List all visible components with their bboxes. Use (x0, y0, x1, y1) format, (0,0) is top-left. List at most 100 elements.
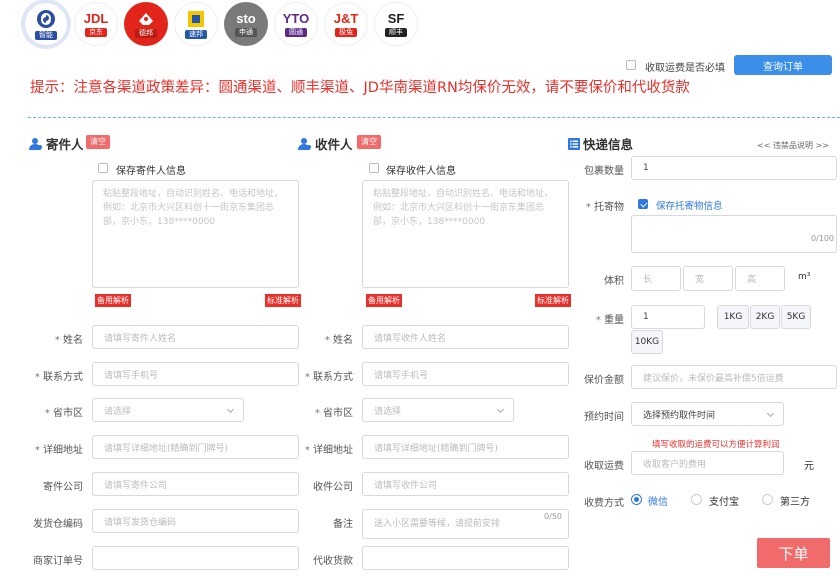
payment-third-party-radio[interactable] (762, 494, 773, 505)
fee-unit: 元 (804, 461, 814, 472)
remark-count: 0/50 (544, 512, 562, 521)
cod-label: 代收货款 (313, 556, 353, 567)
fee-label: 收取运费 (584, 461, 624, 472)
sender-phone-input[interactable]: 请填写手机号 (92, 362, 299, 386)
volume-width-input[interactable]: 宽 (683, 266, 733, 291)
weight-label: 重量 (596, 311, 624, 326)
carrier-tag: 极兔 (335, 27, 357, 37)
list-icon (568, 137, 580, 150)
merchant-order-input[interactable] (92, 546, 299, 570)
carrier-jt[interactable]: J&T 极兔 (324, 2, 368, 46)
sender-name-input[interactable]: 请填写寄件人姓名 (92, 325, 299, 349)
weight-preset-1kg[interactable]: 1KG (717, 305, 749, 329)
receiver-title-label: 收件人 (315, 137, 353, 152)
payment-method-label: 收费方式 (584, 498, 624, 509)
payment-alipay-label: 支付宝 (709, 497, 739, 508)
carrier-sto[interactable]: sto 申通 (224, 2, 268, 46)
fee-required-label: 收取运费是否必填 (645, 63, 725, 74)
remark-input[interactable]: 送入小区需要等候，请提前安排 0/50 (362, 509, 569, 539)
prohibited-items-link[interactable]: << 违禁品说明 >> (757, 140, 829, 151)
sender-region-label: 省市区 (45, 404, 83, 419)
receiver-company-label: 收件公司 (313, 482, 353, 493)
carrier-logo: JDL (83, 10, 109, 26)
carrier-sf[interactable]: SF 顺丰 (374, 2, 418, 46)
payment-alipay-radio[interactable] (691, 494, 702, 505)
sender-title: 寄件人 (29, 134, 84, 153)
sender-region-select[interactable]: 请选择 (92, 398, 244, 422)
save-goods-label: 保存托寄物信息 (656, 201, 723, 212)
pickup-time-select[interactable]: 选择预约取件时间 (631, 402, 784, 426)
express-title: 快递信息 (568, 134, 633, 153)
insured-amount-label: 保价金额 (584, 375, 624, 386)
query-order-button[interactable]: 查询订单 (734, 55, 832, 75)
cod-input[interactable] (362, 546, 569, 570)
sender-clear-button[interactable]: 清空 (86, 135, 110, 149)
carrier-tag: 申通 (235, 27, 257, 37)
sender-standard-parse-button[interactable]: 标准解析 (265, 294, 301, 307)
carrier-debang[interactable]: 德邦 (124, 2, 168, 46)
save-receiver-checkbox[interactable] (369, 163, 379, 173)
chevron-down-icon (226, 405, 235, 414)
sender-company-input[interactable]: 请填写寄件公司 (92, 472, 299, 496)
user-icon (298, 137, 311, 150)
fee-required-checkbox[interactable] (626, 60, 636, 70)
receiver-name-input[interactable]: 请填写收件人姓名 (362, 325, 569, 349)
express-title-label: 快递信息 (583, 137, 634, 152)
pickup-time-value: 选择预约取件时间 (643, 410, 716, 421)
carrier-tag: 速邦 (185, 29, 207, 39)
carrier-logo: J&T (333, 10, 359, 26)
volume-height-input[interactable]: 高 (735, 266, 785, 291)
sender-backup-parse-button[interactable]: 备用解析 (95, 294, 131, 307)
receiver-standard-parse-button[interactable]: 标准解析 (535, 294, 571, 307)
submit-order-button[interactable]: 下单 (757, 538, 830, 568)
carrier-logo: sto (236, 10, 256, 26)
receiver-region-select[interactable]: 请选择 (362, 398, 514, 422)
package-count-input[interactable]: 1 (631, 156, 837, 180)
subang-icon (188, 10, 204, 27)
save-sender-label: 保存寄件人信息 (116, 166, 186, 177)
goods-textarea[interactable]: 0/100 (631, 215, 837, 253)
carrier-smart[interactable]: 智能 (24, 2, 68, 46)
weight-preset-5kg[interactable]: 5KG (781, 305, 811, 329)
carrier-jd[interactable]: JDL 京东 (74, 2, 118, 46)
debang-icon (139, 12, 153, 25)
volume-length-input[interactable]: 长 (631, 266, 681, 291)
receiver-address-label: 详细地址 (305, 441, 353, 456)
save-sender-checkbox[interactable] (98, 163, 108, 173)
receiver-backup-parse-button[interactable]: 备用解析 (366, 294, 402, 307)
divider (28, 117, 840, 118)
carrier-yto[interactable]: YTO 圆通 (274, 2, 318, 46)
fee-input[interactable]: 收取客户的费用 (631, 451, 784, 475)
weight-input[interactable]: 1 (631, 305, 705, 329)
chevron-down-icon (496, 405, 505, 414)
chevron-down-icon (766, 409, 775, 418)
save-receiver-label: 保存收件人信息 (386, 166, 456, 177)
goods-count: 0/100 (810, 234, 834, 243)
receiver-clear-button[interactable]: 清空 (357, 135, 381, 149)
sender-address-paste[interactable]: 粘贴整段地址，自动识别姓名、电话和地址，例如：北京市大兴区科创十一街京东集团总部… (92, 180, 299, 288)
receiver-company-input[interactable]: 请填写收件公司 (362, 472, 569, 496)
payment-wechat-radio[interactable] (631, 494, 642, 505)
payment-wechat-label: 微信 (648, 497, 668, 508)
volume-unit: m³ (798, 272, 811, 282)
receiver-region-label: 省市区 (315, 404, 353, 419)
receiver-phone-input[interactable]: 请填写手机号 (362, 362, 569, 386)
sender-company-label: 寄件公司 (43, 482, 83, 493)
remark-placeholder: 送入小区需要等候，请提前安排 (374, 519, 501, 529)
volume-label: 体积 (604, 276, 624, 287)
save-goods-checkbox[interactable] (638, 199, 648, 209)
sender-region-value: 请选择 (104, 406, 132, 417)
sender-address-input[interactable]: 请填写详细地址(精确到门牌号) (92, 435, 299, 459)
payment-third-party-label: 第三方 (780, 497, 810, 508)
insured-amount-input[interactable]: 建议保价，未保价最高补偿5倍运费 (631, 365, 837, 389)
receiver-address-paste[interactable]: 粘贴整段地址，自动识别姓名、电话和地址，例如：北京市大兴区科创十一街京东集团总部… (362, 180, 569, 288)
receiver-address-input[interactable]: 请填写详细地址(精确到门牌号) (362, 435, 569, 459)
sender-phone-label: 联系方式 (35, 368, 83, 383)
carrier-subang[interactable]: 速邦 (174, 2, 218, 46)
receiver-region-value: 请选择 (374, 406, 402, 417)
weight-preset-2kg[interactable]: 2KG (750, 305, 780, 329)
weight-preset-10kg[interactable]: 10KG (631, 330, 663, 354)
carrier-tag: 德邦 (135, 28, 157, 38)
carrier-tag: 智能 (35, 30, 57, 40)
sender-warehouse-input[interactable]: 请填写发货仓编码 (92, 509, 299, 533)
